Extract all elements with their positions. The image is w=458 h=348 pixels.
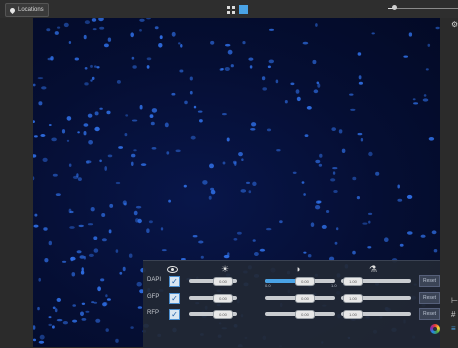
channel-adjustment-panel: ☀ ◑ ⚗ DAPI ✓ 0.00 0.00 1.00 Reset 0.0 1.… [143, 260, 440, 348]
contrast-value: 0.00 [295, 277, 315, 286]
locations-label: Locations [18, 7, 44, 13]
contrast-value: 0.00 [295, 310, 315, 319]
channel-name: DAPI [147, 277, 162, 283]
channel-row-rfp: RFP ✓ 0.00 0.00 1.00 Reset [143, 307, 440, 321]
grid-view-icon[interactable] [227, 6, 235, 14]
channel-name: RFP [147, 310, 159, 316]
gamma-value: 1.00 [343, 277, 363, 286]
reset-button[interactable]: Reset [419, 308, 440, 320]
locations-button[interactable]: Locations [5, 3, 49, 17]
eye-icon [167, 266, 178, 273]
grid-overlay-icon[interactable]: # [451, 311, 455, 319]
contrast-slider[interactable]: 0.00 [265, 310, 335, 319]
channel-visibility-checkbox[interactable]: ✓ [169, 309, 180, 320]
ruler-icon[interactable]: ⊢ [451, 297, 458, 305]
brightness-slider[interactable]: 0.00 [189, 310, 237, 319]
range-min-label: 0.0 [265, 283, 271, 288]
gamma-slider[interactable]: 1.00 [341, 310, 411, 319]
brightness-value: 0.00 [213, 294, 233, 303]
channel-row-dapi: DAPI ✓ 0.00 0.00 1.00 Reset [143, 274, 440, 288]
brightness-value: 0.00 [213, 310, 233, 319]
brightness-value: 0.00 [213, 277, 233, 286]
zoom-slider[interactable] [388, 5, 458, 12]
channel-visibility-checkbox[interactable]: ✓ [169, 276, 180, 287]
gamma-slider[interactable]: 1.00 [341, 277, 411, 286]
gamma-slider[interactable]: 1.00 [341, 294, 411, 303]
channel-row-gfp: GFP ✓ 0.00 0.00 1.00 Reset [143, 291, 440, 305]
location-pin-icon [8, 6, 17, 14]
channel-name: GFP [147, 294, 160, 300]
brightness-slider[interactable]: 0.00 [189, 294, 237, 303]
reset-button[interactable]: Reset [419, 275, 440, 287]
brightness-slider[interactable]: 0.00 [189, 277, 237, 286]
zoom-track [396, 8, 458, 9]
sliders-icon[interactable]: ≡ [451, 325, 456, 333]
contrast-slider[interactable]: 0.00 [265, 277, 335, 286]
gamma-value: 1.00 [343, 310, 363, 319]
zoom-thumb[interactable] [392, 5, 397, 10]
contrast-value: 0.00 [295, 294, 315, 303]
reset-button[interactable]: Reset [419, 292, 440, 304]
top-toolbar: Locations [0, 0, 458, 18]
color-wheel-icon[interactable] [430, 324, 440, 334]
channel-visibility-checkbox[interactable]: ✓ [169, 293, 180, 304]
gamma-value: 1.00 [343, 294, 363, 303]
single-view-icon[interactable] [239, 5, 248, 14]
range-max-label: 1.0 [331, 283, 337, 288]
settings-icon[interactable]: ⚙ [451, 21, 458, 29]
contrast-icon: ◑ [295, 264, 301, 274]
contrast-slider[interactable]: 0.00 [265, 294, 335, 303]
